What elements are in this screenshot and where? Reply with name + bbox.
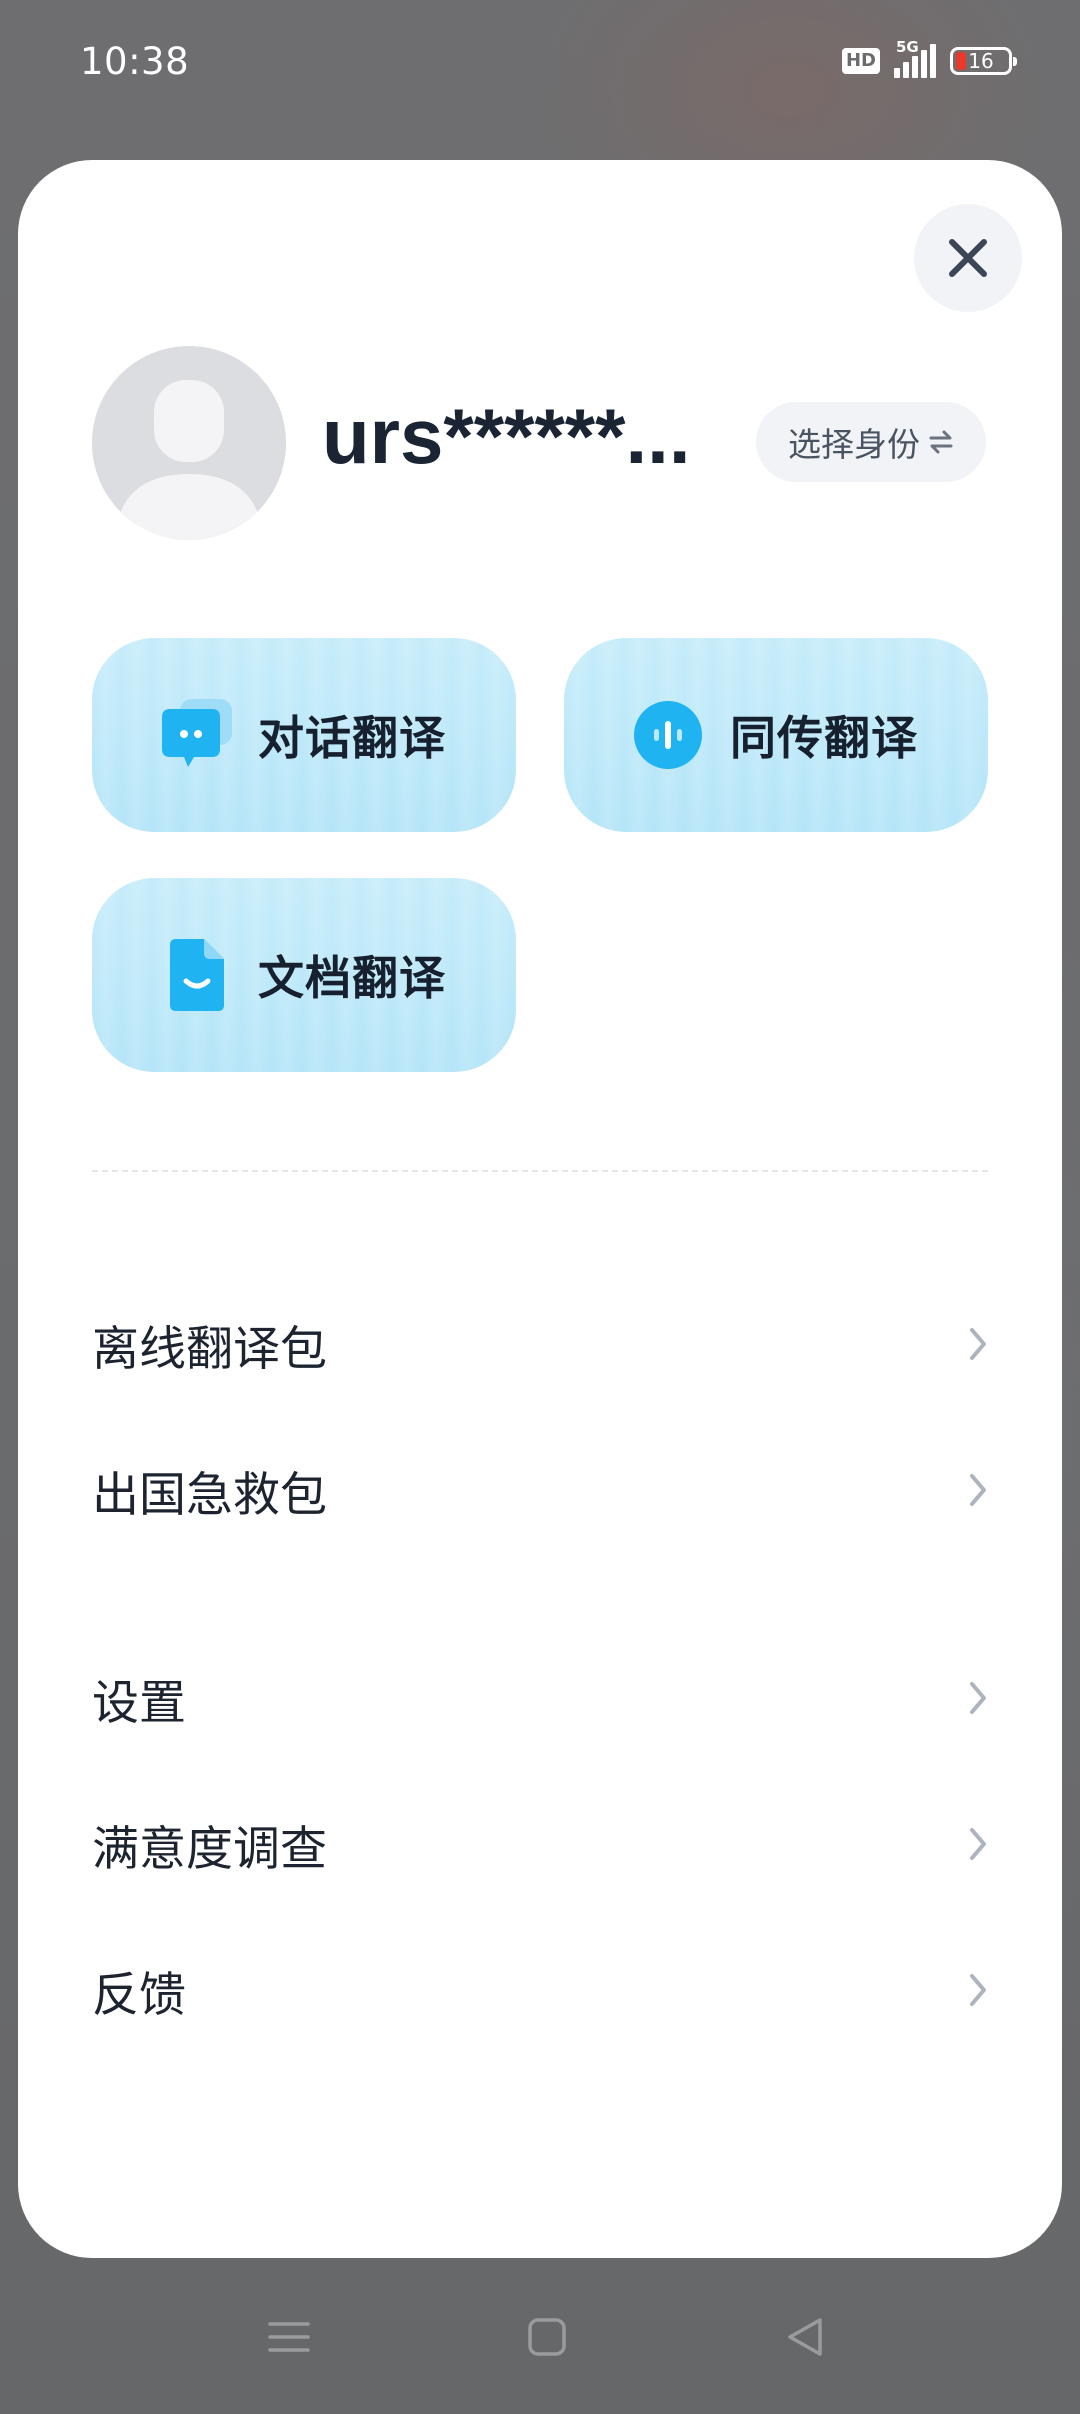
menu-item-satisfaction-survey[interactable]: 满意度调查 xyxy=(92,1784,992,1904)
battery-icon: 16 xyxy=(950,47,1017,75)
menu-item-label: 设置 xyxy=(92,1675,186,1731)
menu-item-label: 满意度调查 xyxy=(92,1821,327,1877)
triangle-back-icon xyxy=(788,2318,822,2356)
square-home-icon xyxy=(528,2318,566,2356)
simultaneous-translation-card[interactable]: 同传翻译 xyxy=(564,638,988,832)
chevron-right-icon xyxy=(970,1682,986,1714)
recent-apps-button[interactable] xyxy=(266,2314,312,2364)
chevron-right-icon xyxy=(970,1828,986,1860)
menu-item-settings[interactable]: 设置 xyxy=(92,1638,992,1758)
signal-icon: 5G xyxy=(894,38,936,78)
document-translation-card[interactable]: 文档翻译 xyxy=(92,878,516,1072)
chevron-right-icon xyxy=(970,1474,986,1506)
menu-item-label: 出国急救包 xyxy=(92,1467,327,1523)
battery-level: 16 xyxy=(968,49,994,73)
username: urs******... xyxy=(322,392,691,480)
menu-item-offline-packs[interactable]: 离线翻译包 xyxy=(92,1284,992,1404)
status-time: 10:38 xyxy=(80,40,190,83)
status-bar: 10:38 HD 5G 16 xyxy=(0,0,1080,130)
status-icons: HD 5G 16 xyxy=(841,38,1017,78)
network-type: 5G xyxy=(896,38,919,56)
audio-wave-icon xyxy=(630,697,706,773)
profile-drawer-panel: urs******... 选择身份 对话翻译 同传翻译 文档翻译 离线翻译包 出… xyxy=(18,160,1062,2258)
close-icon xyxy=(949,239,987,277)
menu-lines-icon xyxy=(268,2322,310,2352)
back-button[interactable] xyxy=(782,2314,828,2364)
chat-bubble-icon xyxy=(158,697,234,773)
chevron-right-icon xyxy=(970,1974,986,2006)
chevron-right-icon xyxy=(970,1328,986,1360)
home-button[interactable] xyxy=(524,2314,570,2364)
simultaneous-translation-label: 同传翻译 xyxy=(730,711,918,765)
select-role-label: 选择身份 xyxy=(788,425,920,464)
menu-item-label: 反馈 xyxy=(92,1967,186,2023)
dialogue-translation-card[interactable]: 对话翻译 xyxy=(92,638,516,832)
menu-item-travel-emergency-kit[interactable]: 出国急救包 xyxy=(92,1430,992,1550)
dialogue-translation-label: 对话翻译 xyxy=(258,711,446,765)
close-button[interactable] xyxy=(914,204,1022,312)
menu-item-label: 离线翻译包 xyxy=(92,1321,327,1377)
section-divider xyxy=(92,1170,988,1172)
document-icon xyxy=(158,937,234,1013)
hd-icon: HD xyxy=(841,48,880,74)
default-avatar-icon xyxy=(92,346,286,540)
select-role-button[interactable]: 选择身份 xyxy=(756,402,986,482)
avatar[interactable] xyxy=(92,346,286,540)
system-nav-bar xyxy=(0,2272,1080,2414)
menu-item-feedback[interactable]: 反馈 xyxy=(92,1930,992,2050)
document-translation-label: 文档翻译 xyxy=(258,951,446,1005)
swap-icon xyxy=(929,430,953,454)
